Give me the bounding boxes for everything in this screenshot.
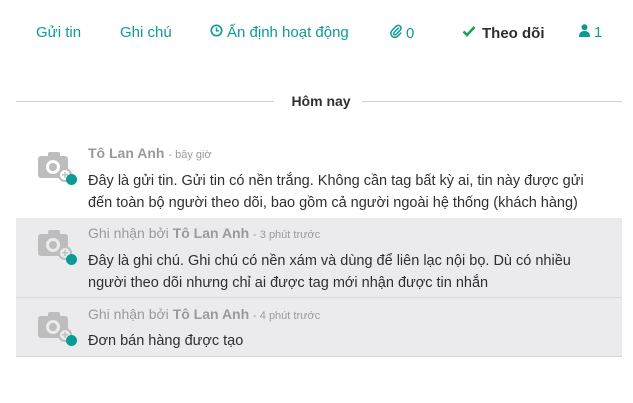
message-time: - 3 phút trước	[253, 229, 321, 241]
attachments-button[interactable]: 0	[390, 24, 414, 42]
message-body: Đây là ghi chú. Ghi chú có nền xám và dù…	[88, 253, 571, 291]
attachments-count: 0	[406, 24, 415, 42]
online-status-dot	[66, 335, 77, 346]
online-status-dot	[66, 174, 77, 185]
paperclip-icon	[390, 24, 402, 42]
message-author[interactable]: Tô Lan Anh	[173, 225, 249, 241]
schedule-activity-button[interactable]: Ấn định hoạt động	[210, 24, 349, 41]
follow-label: Theo dõi	[482, 24, 545, 42]
message-header: Tô Lan Anh - bây giờ	[88, 145, 212, 161]
date-separator-line-right	[362, 101, 622, 102]
message-time: - 4 phút trước	[253, 310, 321, 322]
followers-button[interactable]: 1	[579, 24, 602, 41]
chatter-note: + Ghi nhận bởi Tô Lan Anh - 3 phút trước…	[16, 218, 622, 298]
user-icon	[579, 24, 590, 41]
date-separator-line-left	[16, 101, 274, 102]
message-author[interactable]: Tô Lan Anh	[88, 145, 164, 161]
chatter-note: + Ghi nhận bởi Tô Lan Anh - 4 phút trước…	[16, 298, 622, 357]
check-icon	[462, 24, 476, 42]
send-message-label: Gửi tin	[36, 24, 82, 41]
note-prefix: Ghi nhận bởi	[88, 306, 169, 322]
message-author[interactable]: Tô Lan Anh	[173, 306, 249, 322]
follow-button[interactable]: Theo dõi	[462, 24, 545, 42]
message-body: Đây là gửi tin. Gửi tin có nền trắng. Kh…	[88, 173, 584, 211]
followers-count: 1	[594, 24, 603, 41]
date-separator-label: Hôm nay	[291, 93, 351, 109]
chatter-message: + Tô Lan Anh - bây giờ Đây là gửi tin. G…	[16, 138, 622, 218]
schedule-activity-label: Ấn định hoạt động	[227, 24, 349, 41]
note-prefix: Ghi nhận bởi	[88, 225, 169, 241]
message-header: Ghi nhận bởi Tô Lan Anh - 3 phút trước	[88, 225, 320, 241]
send-message-button[interactable]: Gửi tin	[36, 24, 81, 41]
chatter-topbar: Gửi tin Ghi chú Ấn định hoạt động 0 Theo…	[0, 0, 633, 66]
log-note-label: Ghi chú	[120, 24, 172, 41]
message-header: Ghi nhận bởi Tô Lan Anh - 4 phút trước	[88, 306, 320, 322]
message-time: - bây giờ	[168, 149, 212, 161]
online-status-dot	[66, 254, 77, 265]
log-note-button[interactable]: Ghi chú	[120, 24, 172, 41]
clock-icon	[210, 24, 223, 41]
message-body: Đơn bán hàng được tạo	[88, 333, 244, 349]
